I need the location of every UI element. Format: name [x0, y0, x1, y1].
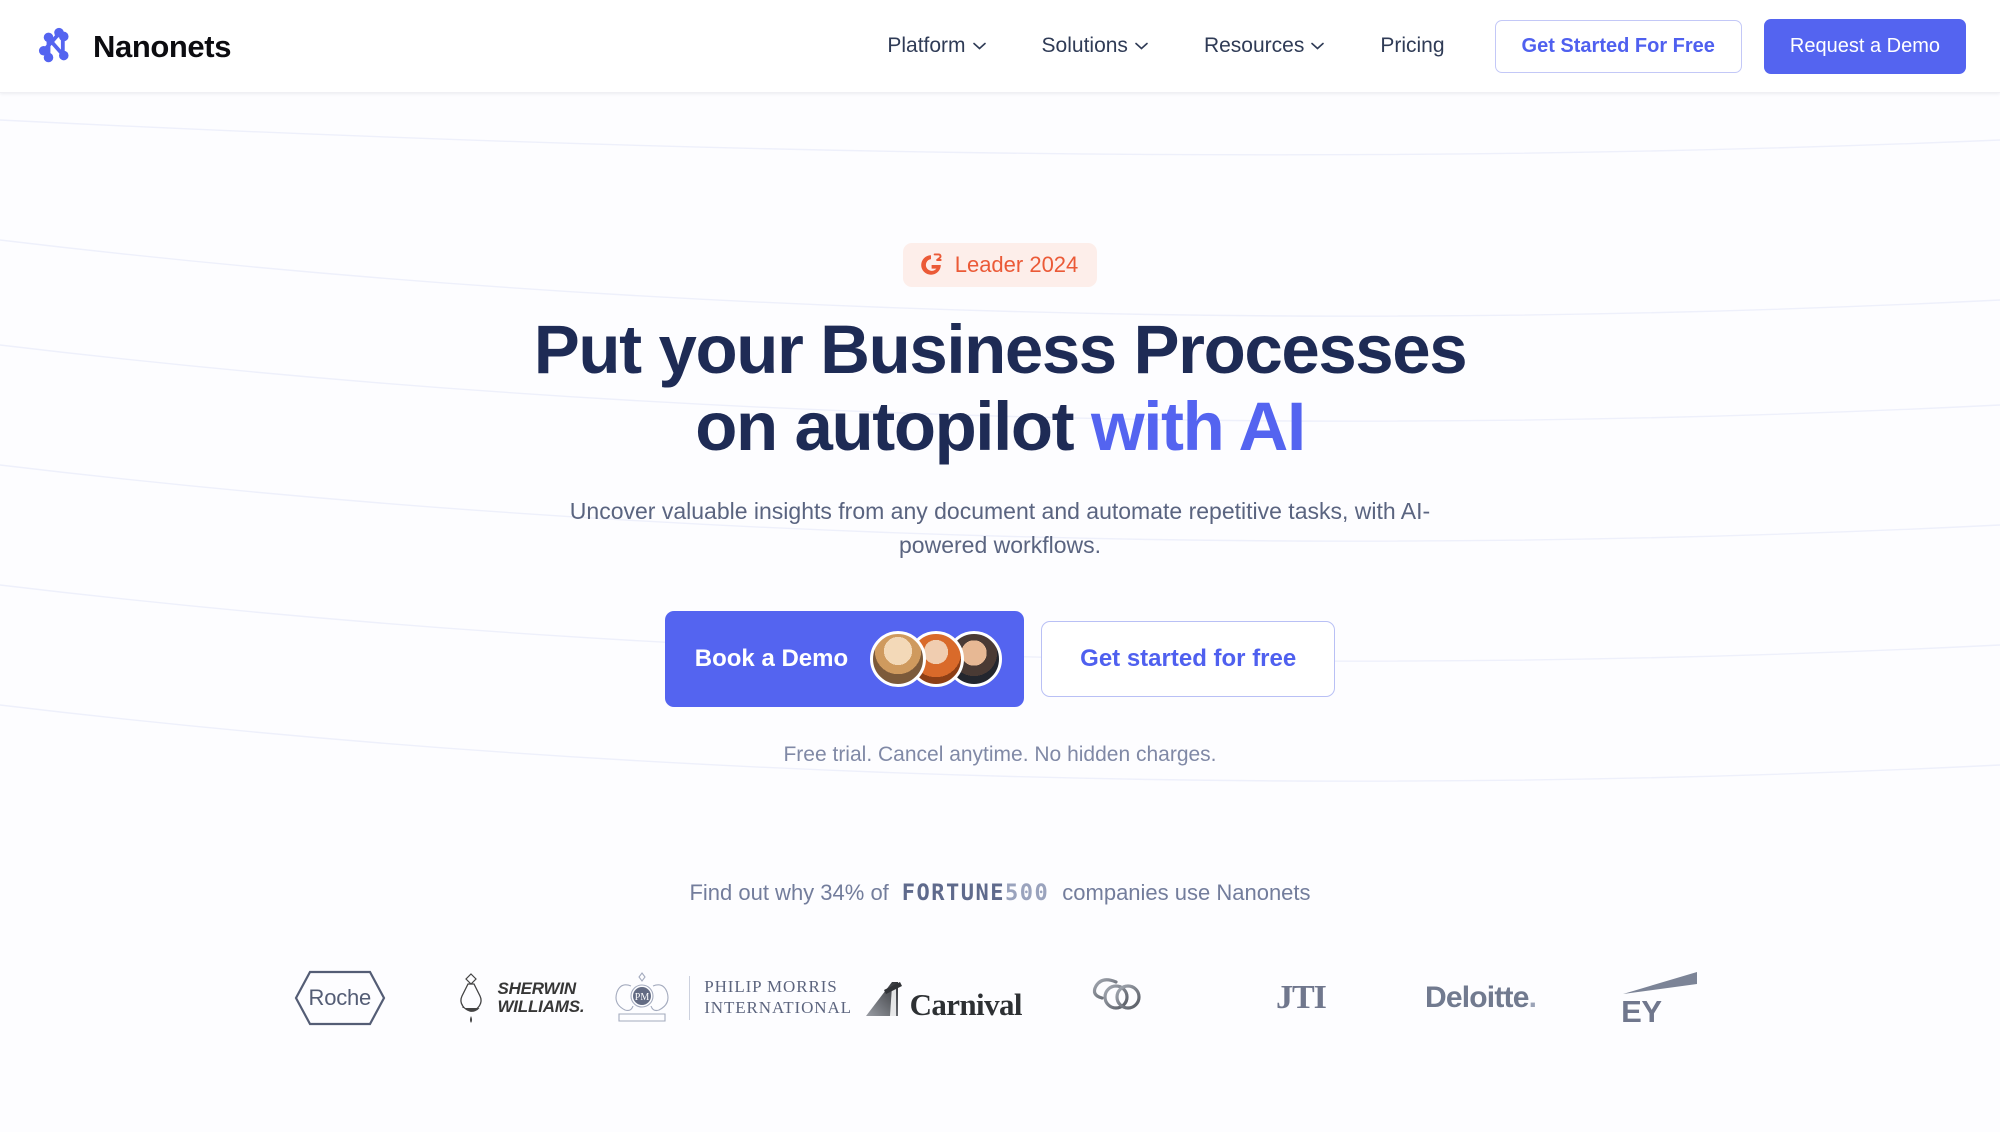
avatar-group [870, 630, 1003, 687]
philip-morris-line-2: INTERNATIONAL [704, 998, 852, 1017]
header-get-started-button[interactable]: Get Started For Free [1494, 19, 1742, 73]
nav-label: Resources [1203, 34, 1305, 57]
logo-ey: EY [1570, 958, 1750, 1038]
fortune-500-line: Find out why 34% of FORTUNE500 companies… [689, 880, 1310, 906]
nav-label: Pricing [1380, 34, 1445, 57]
chevron-down-icon [1135, 42, 1148, 50]
deloitte-wordmark: Deloitte. [1424, 981, 1537, 1015]
roche-label: Roche [308, 985, 372, 1010]
logo-philip-morris: PM PHILIP MORRIS INTERNATIONAL [609, 958, 852, 1038]
page-title: Put your Business Processes on autopilot… [0, 311, 2000, 466]
fortune-prefix: Find out why 34% of [689, 880, 889, 905]
header-actions: Get Started For Free Request a Demo [1494, 18, 1966, 74]
brand-name: Nanonets [93, 28, 232, 64]
nanonets-network-n-icon [38, 27, 69, 63]
carnival-ship-funnel-icon [865, 982, 902, 1016]
nav-item-platform[interactable]: Platform [887, 34, 986, 58]
carnival-label: Carnival [909, 987, 1023, 1022]
logo-jti: JTI [1211, 958, 1391, 1038]
g2-logo-icon [920, 253, 942, 275]
logo-asian-paints [1032, 958, 1212, 1038]
get-started-for-free-button[interactable]: Get started for free [1041, 620, 1336, 697]
book-a-demo-button[interactable]: Book a Demo [664, 610, 1025, 707]
nav-item-resources[interactable]: Resources [1203, 34, 1325, 58]
nav-item-solutions[interactable]: Solutions [1042, 34, 1148, 58]
headline-line-2-plain: on autopilot [695, 388, 1091, 466]
main-navigation: Platform Solutions Resources Pricing [887, 34, 1444, 58]
logo-deloitte: Deloitte. [1391, 958, 1571, 1038]
logo-sherwin-williams: SHERWIN WILLIAMS. [430, 958, 610, 1038]
fortune-suffix: companies use Nanonets [1062, 880, 1311, 905]
fortune-word: FORTUNE [901, 881, 1006, 906]
chevron-down-icon [972, 42, 986, 50]
philip-morris-line-1: PHILIP MORRIS [704, 977, 838, 997]
book-a-demo-label: Book a Demo [694, 644, 849, 672]
ey-swoosh-icon [1623, 972, 1698, 995]
logo-carnival: Carnival [852, 958, 1032, 1038]
deloitte-label: Deloitte [1424, 981, 1529, 1014]
social-proof-section: Find out why 34% of FORTUNE500 companies… [0, 880, 2000, 1038]
ey-label: EY [1621, 994, 1662, 1030]
nav-label: Platform [887, 34, 966, 57]
hero-cta-row: Book a Demo Get started for free [0, 610, 2000, 707]
sherwin-line-1: SHERWIN [497, 979, 577, 999]
nav-item-pricing[interactable]: Pricing [1380, 34, 1444, 58]
asian-paints-ap-icon [1093, 978, 1141, 1024]
philip-morris-divider [689, 976, 691, 1020]
fortune-500-wordmark: FORTUNE500 [902, 881, 1049, 906]
fortune-number: 500 [1005, 881, 1050, 906]
g2-badge-label: Leader 2024 [954, 252, 1079, 277]
deloitte-dot: . [1528, 981, 1537, 1014]
sherwin-williams-paint-icon [460, 973, 483, 1023]
g2-leader-badge[interactable]: Leader 2024 [902, 243, 1098, 287]
nav-label: Solutions [1041, 34, 1128, 57]
site-header: Nanonets Platform Solutions Resources Pr… [0, 0, 2000, 93]
headline-line-2-accent: with AI [1090, 388, 1306, 466]
jti-label: JTI [1275, 979, 1327, 1016]
sherwin-line-2: WILLIAMS. [497, 997, 585, 1016]
headline-line-1: Put your Business Processes [533, 311, 1468, 388]
hero-section: Leader 2024 Put your Business Processes … [0, 93, 2000, 767]
header-request-demo-button[interactable]: Request a Demo [1763, 18, 1966, 74]
chevron-down-icon [1311, 42, 1325, 50]
svg-text:PM: PM [635, 992, 650, 1003]
landing-page: Nanonets Platform Solutions Resources Pr… [0, 0, 2000, 1132]
avatar [870, 630, 927, 687]
brand-logo-link[interactable]: Nanonets [38, 25, 231, 67]
philip-morris-crest-icon: PM [615, 972, 669, 1022]
hero-subheadline: Uncover valuable insights from any docum… [569, 497, 1431, 559]
customer-logo-row: Roche SHERWIN WILLIAMS. PM PHILIP MORRIS… [0, 958, 2000, 1038]
hero-fineprint: Free trial. Cancel anytime. No hidden ch… [783, 742, 1217, 766]
logo-roche: Roche [250, 958, 430, 1038]
